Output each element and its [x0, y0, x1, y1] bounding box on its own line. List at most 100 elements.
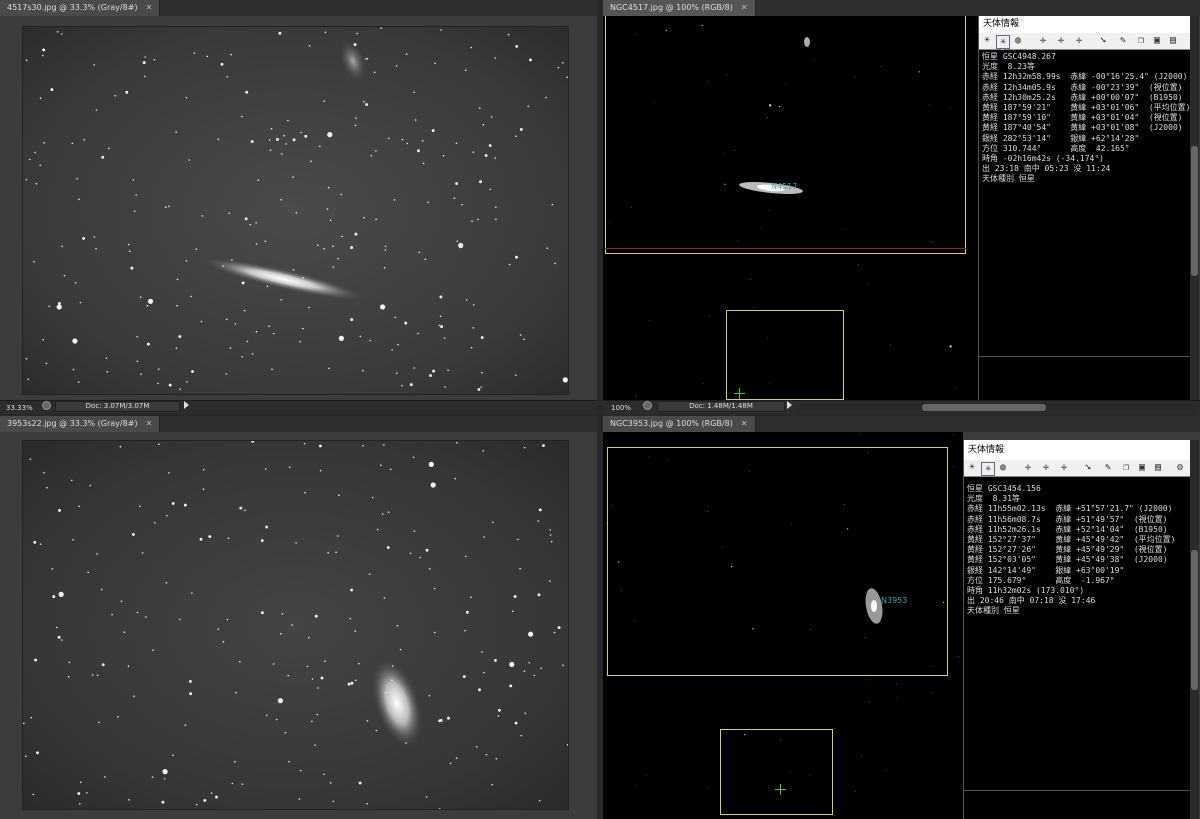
- close-icon[interactable]: ✕: [146, 3, 153, 12]
- info-title: 天体情報: [964, 440, 1190, 460]
- image-icon[interactable]: ▣: [1151, 35, 1163, 47]
- picture-icon[interactable]: ▤: [1167, 35, 1179, 47]
- pointer-icon[interactable]: ➘: [1082, 462, 1094, 474]
- star-dot: [101, 155, 105, 159]
- star-dot: [395, 372, 398, 374]
- scroll-thumb[interactable]: [1191, 146, 1198, 276]
- star-dot: [41, 54, 44, 57]
- star-dot: [475, 746, 478, 748]
- star-dot: [867, 283, 869, 285]
- scroll-thumb[interactable]: [1191, 550, 1198, 690]
- star-dot: [636, 396, 637, 397]
- vertical-scrollbar[interactable]: [1190, 440, 1199, 819]
- star-dot: [494, 57, 496, 59]
- star-dot: [241, 783, 244, 785]
- star-dot: [480, 386, 482, 388]
- star-dot: [482, 450, 485, 452]
- star-dot: [120, 600, 123, 603]
- info-line: 黄経 187°40'54" 黄緯 +03°01'08" (J2000): [982, 123, 1183, 133]
- sun-icon[interactable]: ☀: [981, 35, 993, 47]
- info-icon[interactable]: [42, 401, 51, 410]
- star-dot: [634, 785, 636, 787]
- star-chart-ngc4517[interactable]: N4517: [603, 16, 978, 400]
- star-dot: [443, 337, 446, 339]
- menu-arrow-icon[interactable]: [787, 401, 792, 409]
- star-dot: [483, 536, 485, 538]
- group-icon[interactable]: ◍: [1012, 35, 1024, 47]
- pen-icon[interactable]: ✎: [1102, 462, 1114, 474]
- star-dot: [163, 778, 166, 780]
- star-dot: [494, 157, 497, 159]
- zoom-level[interactable]: 33.33%: [6, 401, 33, 414]
- crosshair-plus-icon[interactable]: ✛: [1055, 35, 1067, 47]
- star-dot: [50, 88, 54, 92]
- crosshair-icon[interactable]: ✛: [1037, 35, 1049, 47]
- star-dot: [470, 596, 472, 598]
- star-dot: [157, 368, 160, 370]
- select-star-icon[interactable]: ✳: [981, 462, 995, 476]
- select-star-icon[interactable]: ✳: [996, 35, 1010, 49]
- window-icon[interactable]: ❐: [1120, 462, 1132, 474]
- star-dot: [318, 444, 322, 448]
- info-line: 天体種別 恒星: [982, 174, 1035, 184]
- star-dot: [490, 116, 493, 118]
- crosshair-plus-icon[interactable]: ✛: [1040, 462, 1052, 474]
- star-dot: [519, 334, 522, 336]
- star-dot: [111, 613, 113, 616]
- star-dot: [439, 295, 443, 299]
- menu-arrow-icon[interactable]: [184, 401, 189, 409]
- settings-icon[interactable]: ⚙: [1174, 462, 1186, 474]
- star-chart-ngc3953[interactable]: N3953: [603, 432, 963, 819]
- field-of-view-frame[interactable]: [605, 16, 966, 254]
- info-icon[interactable]: [643, 401, 652, 410]
- star-dot: [166, 515, 168, 517]
- finder-frame[interactable]: [726, 310, 844, 400]
- picture-icon[interactable]: ▤: [1152, 462, 1164, 474]
- star-dot: [869, 701, 870, 703]
- field-of-view-frame[interactable]: [607, 447, 948, 676]
- close-icon[interactable]: ✕: [741, 3, 748, 12]
- star-dot: [458, 242, 464, 249]
- crosshair-minus-icon[interactable]: ✛: [1073, 35, 1085, 47]
- close-icon[interactable]: ✕: [741, 419, 748, 428]
- horizontal-scrollbar[interactable]: [798, 403, 1198, 412]
- crosshair-minus-icon[interactable]: ✛: [1058, 462, 1070, 474]
- image-3953s22[interactable]: [22, 440, 569, 810]
- finder-frame[interactable]: [720, 729, 833, 815]
- pointer-icon[interactable]: ➘: [1097, 35, 1109, 47]
- star-dot: [480, 336, 484, 339]
- document-tab-4517s30[interactable]: 4517s30.jpg @ 33.3% (Gray/8#) ✕: [0, 0, 161, 16]
- star-dot: [80, 781, 82, 784]
- object-label[interactable]: N4517: [771, 182, 797, 191]
- info-line: 方位 175.679° 高度 -1.967°: [967, 575, 1115, 585]
- window-icon[interactable]: ❐: [1135, 35, 1147, 47]
- star-dot: [562, 377, 568, 383]
- star-dot: [404, 321, 408, 325]
- star-dot: [527, 105, 529, 108]
- image-icon[interactable]: ▣: [1136, 462, 1148, 474]
- star-dot: [210, 792, 213, 794]
- document-tab-ngc3953[interactable]: NGC3953.jpg @ 100% (RGB/8) ✕: [603, 416, 756, 432]
- divider: [964, 790, 1190, 791]
- star-dot: [508, 263, 511, 266]
- scroll-thumb[interactable]: [922, 404, 1046, 411]
- group-icon[interactable]: ◍: [997, 462, 1009, 474]
- close-icon[interactable]: ✕: [146, 419, 153, 428]
- star-dot: [358, 781, 362, 785]
- info-line: 赤経 12h30m25.2s 赤緯 +00°00'07" (B1950): [982, 92, 1183, 102]
- document-tab-3953s22[interactable]: 3953s22.jpg @ 33.3% (Gray/8#) ✕: [0, 416, 161, 432]
- pen-icon[interactable]: ✎: [1117, 35, 1129, 47]
- star-dot: [231, 782, 234, 785]
- object-label[interactable]: N3953: [881, 596, 907, 605]
- document-tab-ngc4517[interactable]: NGC4517.jpg @ 100% (RGB/8) ✕: [603, 0, 756, 16]
- sun-icon[interactable]: ☀: [966, 462, 978, 474]
- star-dot: [74, 282, 77, 284]
- star-dot: [519, 567, 521, 570]
- star-dot: [86, 792, 88, 794]
- crosshair-icon[interactable]: ✛: [1022, 462, 1034, 474]
- zoom-level[interactable]: 100%: [611, 401, 631, 414]
- image-4517s30[interactable]: [22, 26, 569, 395]
- star-dot: [428, 694, 431, 697]
- star-dot: [523, 670, 526, 673]
- vertical-scrollbar[interactable]: [1190, 16, 1199, 400]
